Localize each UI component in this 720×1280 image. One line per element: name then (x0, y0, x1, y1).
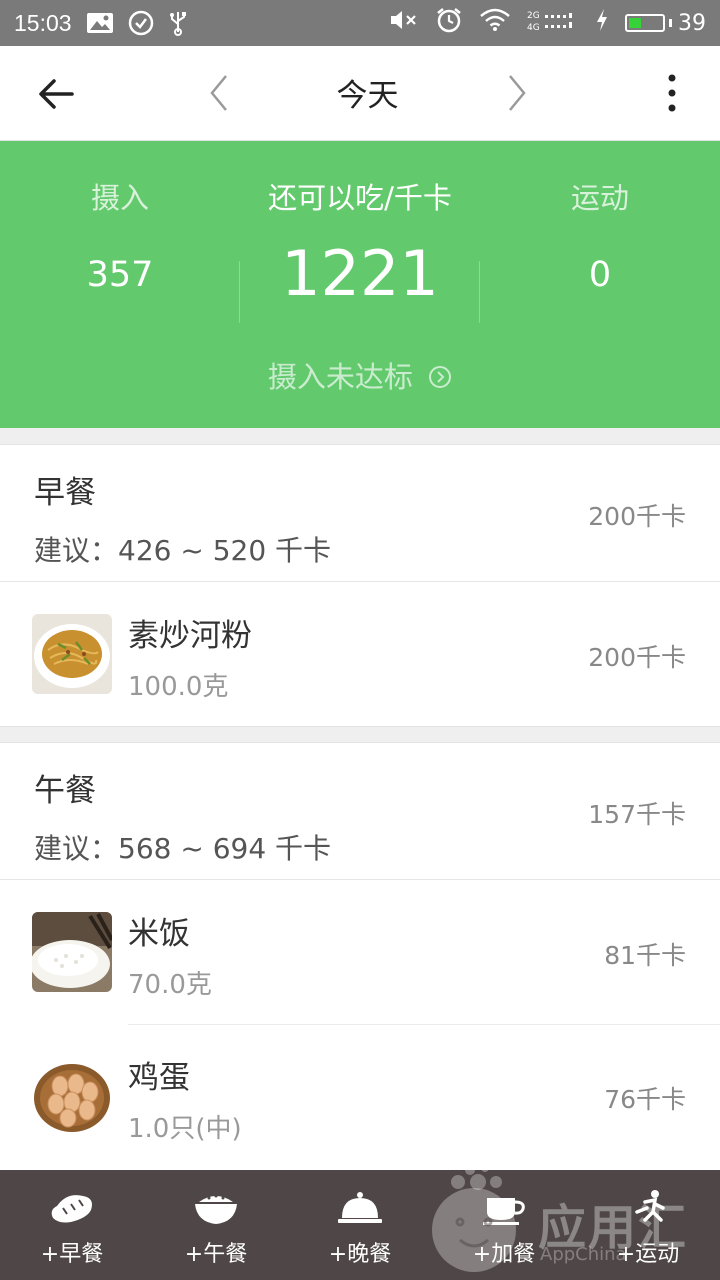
food-name: 米饭 (128, 916, 190, 952)
summary-divider (479, 261, 480, 323)
circle-chevron-right-icon (428, 362, 452, 396)
status-time: 15:03 (14, 9, 72, 36)
add-dinner-button[interactable]: +晚餐 (288, 1170, 432, 1280)
signal-icon: 2G 4G (527, 7, 579, 39)
top-nav: 今天 (0, 46, 720, 141)
next-day-chevron-icon[interactable] (500, 72, 534, 114)
food-name: 鸡蛋 (128, 1060, 190, 1096)
rice-bowl-icon (191, 1188, 241, 1228)
mute-icon (389, 8, 419, 38)
running-icon (623, 1188, 673, 1228)
battery-indicator: 39 (625, 11, 706, 36)
tab-label: +晚餐 (328, 1242, 392, 1267)
intake-value: 357 (86, 255, 154, 295)
remaining-value: 1221 (281, 237, 439, 310)
food-calories: 76千卡 (604, 1085, 686, 1114)
gallery-notification-icon (86, 11, 114, 35)
meal-suggestion: 建议：568 ~ 694 千卡 (34, 832, 332, 865)
lunch-card: 午餐 建议：568 ~ 694 千卡 157千卡 米饭 70.0克 81千卡 鸡… (0, 742, 720, 1183)
battery-percent: 39 (678, 10, 706, 36)
add-snack-button[interactable]: +加餐 (432, 1170, 576, 1280)
rice-bowl-image (32, 912, 112, 992)
tab-label: +运动 (616, 1242, 680, 1267)
intake-column: 摄入 357 (40, 175, 200, 295)
alarm-icon (435, 6, 463, 40)
svg-text:4G: 4G (527, 23, 540, 33)
bottom-action-bar: +早餐 +午餐 +晚餐 +加餐 +运动 (0, 1170, 720, 1280)
add-exercise-button[interactable]: +运动 (576, 1170, 720, 1280)
check-circle-icon (128, 10, 154, 36)
food-name: 素炒河粉 (128, 618, 252, 654)
meal-calories: 157千卡 (588, 800, 686, 829)
tab-label: +早餐 (40, 1242, 104, 1267)
meal-suggestion: 建议：426 ~ 520 千卡 (34, 534, 332, 567)
usb-icon (168, 10, 188, 36)
cup-icon (479, 1188, 529, 1228)
intake-label: 摄入 (90, 181, 149, 215)
tab-label: +加餐 (472, 1242, 536, 1267)
remaining-label: 还可以吃/千卡 (268, 181, 452, 215)
svg-text:2G: 2G (527, 11, 540, 21)
food-item[interactable]: 素炒河粉 100.0克 200千卡 (0, 582, 720, 726)
cloche-icon (335, 1188, 385, 1228)
meal-calories: 200千卡 (588, 502, 686, 531)
back-arrow-icon[interactable] (36, 74, 76, 114)
meal-name: 早餐 (34, 475, 96, 511)
remaining-column: 还可以吃/千卡 1221 (240, 175, 480, 310)
intake-status-text: 摄入未达标 (267, 360, 413, 394)
bread-icon (47, 1188, 97, 1228)
meal-header[interactable]: 早餐 建议：426 ~ 520 千卡 200千卡 (0, 445, 720, 582)
tab-label: +午餐 (184, 1242, 248, 1267)
calorie-summary-panel: 摄入 357 还可以吃/千卡 1221 运动 0 摄入未达标 (0, 141, 720, 428)
egg-basket-image (32, 1056, 112, 1136)
page-title: 今天 (336, 78, 399, 114)
exercise-value: 0 (588, 255, 612, 295)
exercise-column: 运动 0 (520, 175, 680, 295)
exercise-label: 运动 (570, 181, 629, 215)
charging-icon (595, 8, 609, 38)
intake-status-link[interactable]: 摄入未达标 (0, 354, 720, 396)
add-lunch-button[interactable]: +午餐 (144, 1170, 288, 1280)
wifi-icon (479, 7, 511, 39)
more-options-icon[interactable] (652, 70, 692, 116)
meal-header[interactable]: 午餐 建议：568 ~ 694 千卡 157千卡 (0, 743, 720, 880)
food-calories: 200千卡 (588, 643, 686, 672)
food-quantity: 1.0只(中) (128, 1114, 242, 1144)
food-quantity: 70.0克 (128, 970, 212, 1000)
food-quantity: 100.0克 (128, 672, 229, 702)
previous-day-chevron-icon[interactable] (202, 72, 236, 114)
status-bar: 15:03 2G 4G 39 (0, 0, 720, 46)
breakfast-card: 早餐 建议：426 ~ 520 千卡 200千卡 素炒河粉 100.0克 200… (0, 444, 720, 727)
stir-fried-noodles-image (32, 614, 112, 694)
food-item[interactable]: 鸡蛋 1.0只(中) 76千卡 (0, 1024, 720, 1168)
meal-name: 午餐 (34, 773, 96, 809)
food-calories: 81千卡 (604, 941, 686, 970)
food-item[interactable]: 米饭 70.0克 81千卡 (0, 880, 720, 1024)
add-breakfast-button[interactable]: +早餐 (0, 1170, 144, 1280)
